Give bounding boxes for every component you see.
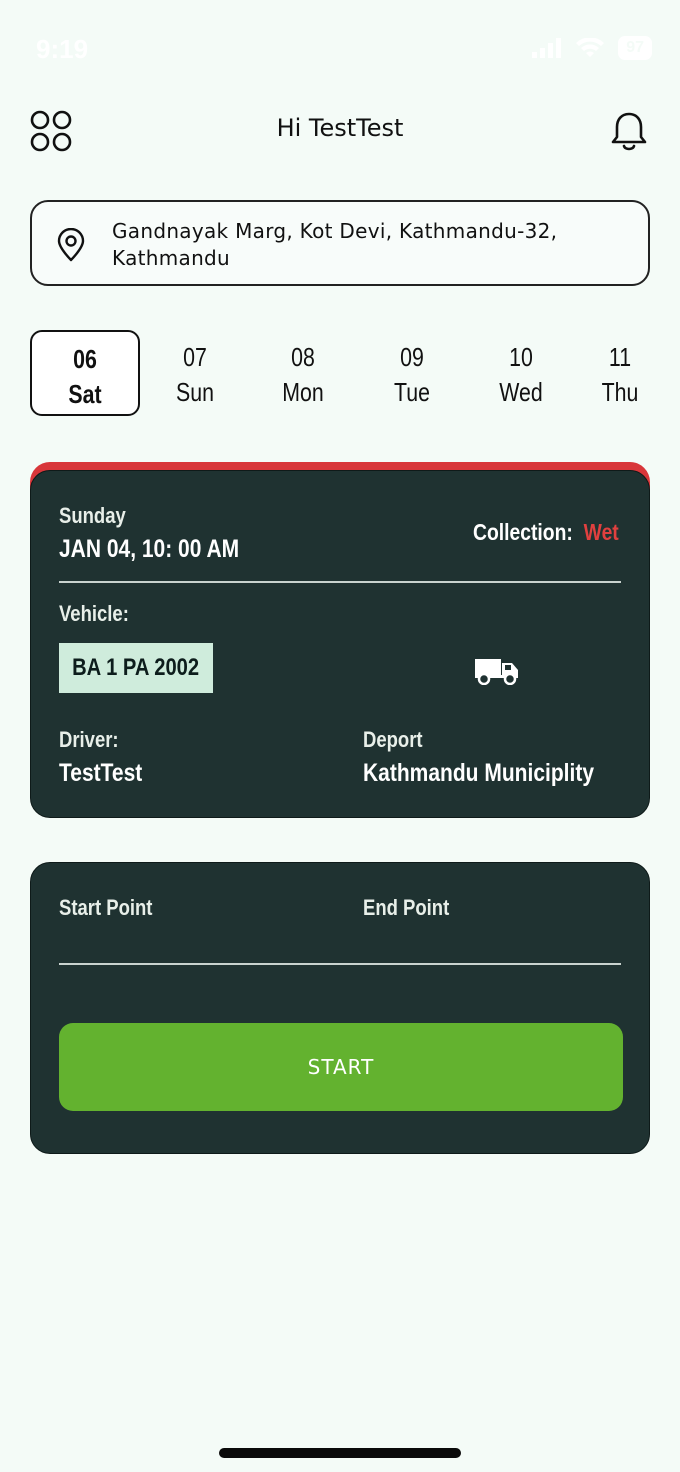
date-number: 09	[400, 342, 424, 372]
schedule-card: Sunday JAN 04, 10: 00 AM Collection: Wet…	[30, 470, 650, 818]
start-point-label: Start Point	[59, 895, 153, 920]
app-header: Hi TestTest	[0, 100, 680, 164]
vehicle-plate-badge: BA 1 PA 2002	[59, 643, 213, 693]
deport-label: Deport	[363, 727, 423, 752]
date-weekday: Wed	[499, 377, 543, 407]
home-indicator	[219, 1448, 461, 1458]
date-weekday: Tue	[394, 377, 430, 407]
location-address: Gandnayak Marg, Kot Devi, Kathmandu-32, …	[112, 219, 558, 270]
date-item-07[interactable]: 07 Sun	[140, 330, 250, 416]
date-number: 10	[509, 342, 533, 372]
status-bar: 9:19 97	[0, 0, 680, 96]
date-weekday: Mon	[282, 377, 324, 407]
signal-icon	[532, 38, 562, 58]
schedule-weekday: Sunday	[59, 503, 126, 528]
end-point-label: End Point	[363, 895, 450, 920]
status-icons: 97	[532, 36, 652, 60]
route-card: Start Point End Point START	[30, 862, 650, 1154]
date-weekday: Sat	[68, 379, 102, 409]
location-pin-icon	[57, 228, 85, 262]
notification-bell-icon[interactable]	[610, 110, 648, 152]
greeting-title: Hi TestTest	[276, 114, 404, 142]
vehicle-label: Vehicle:	[59, 601, 129, 626]
collection-type: Wet	[583, 519, 619, 545]
battery-indicator: 97	[618, 36, 652, 60]
date-weekday: Thu	[601, 377, 639, 407]
driver-label: Driver:	[59, 727, 119, 752]
card-divider	[59, 581, 621, 583]
location-box[interactable]: Gandnayak Marg, Kot Devi, Kathmandu-32, …	[30, 200, 650, 286]
date-item-09[interactable]: 09 Tue	[357, 330, 467, 416]
date-item-11[interactable]: 11 Thu	[575, 330, 665, 416]
status-time: 9:19	[36, 34, 89, 64]
date-number: 08	[291, 342, 315, 372]
collection-label: Collection:	[473, 519, 573, 545]
driver-name: TestTest	[59, 759, 143, 787]
start-button[interactable]: START	[59, 1023, 623, 1111]
date-number: 07	[183, 342, 207, 372]
date-weekday: Sun	[176, 377, 214, 407]
route-divider	[59, 963, 621, 965]
date-item-10[interactable]: 10 Wed	[466, 330, 576, 416]
truck-icon	[475, 659, 518, 685]
date-item-06[interactable]: 06 Sat	[30, 330, 140, 416]
date-number: 06	[73, 344, 97, 374]
wifi-icon	[576, 38, 605, 57]
deport-name: Kathmandu Municiplity	[363, 759, 594, 787]
date-selector: 06 Sat 07 Sun 08 Mon 09 Tue 10 Wed 11 Th…	[30, 330, 680, 418]
schedule-datetime: JAN 04, 10: 00 AM	[59, 535, 240, 563]
date-item-08[interactable]: 08 Mon	[248, 330, 358, 416]
date-number: 11	[608, 342, 632, 372]
